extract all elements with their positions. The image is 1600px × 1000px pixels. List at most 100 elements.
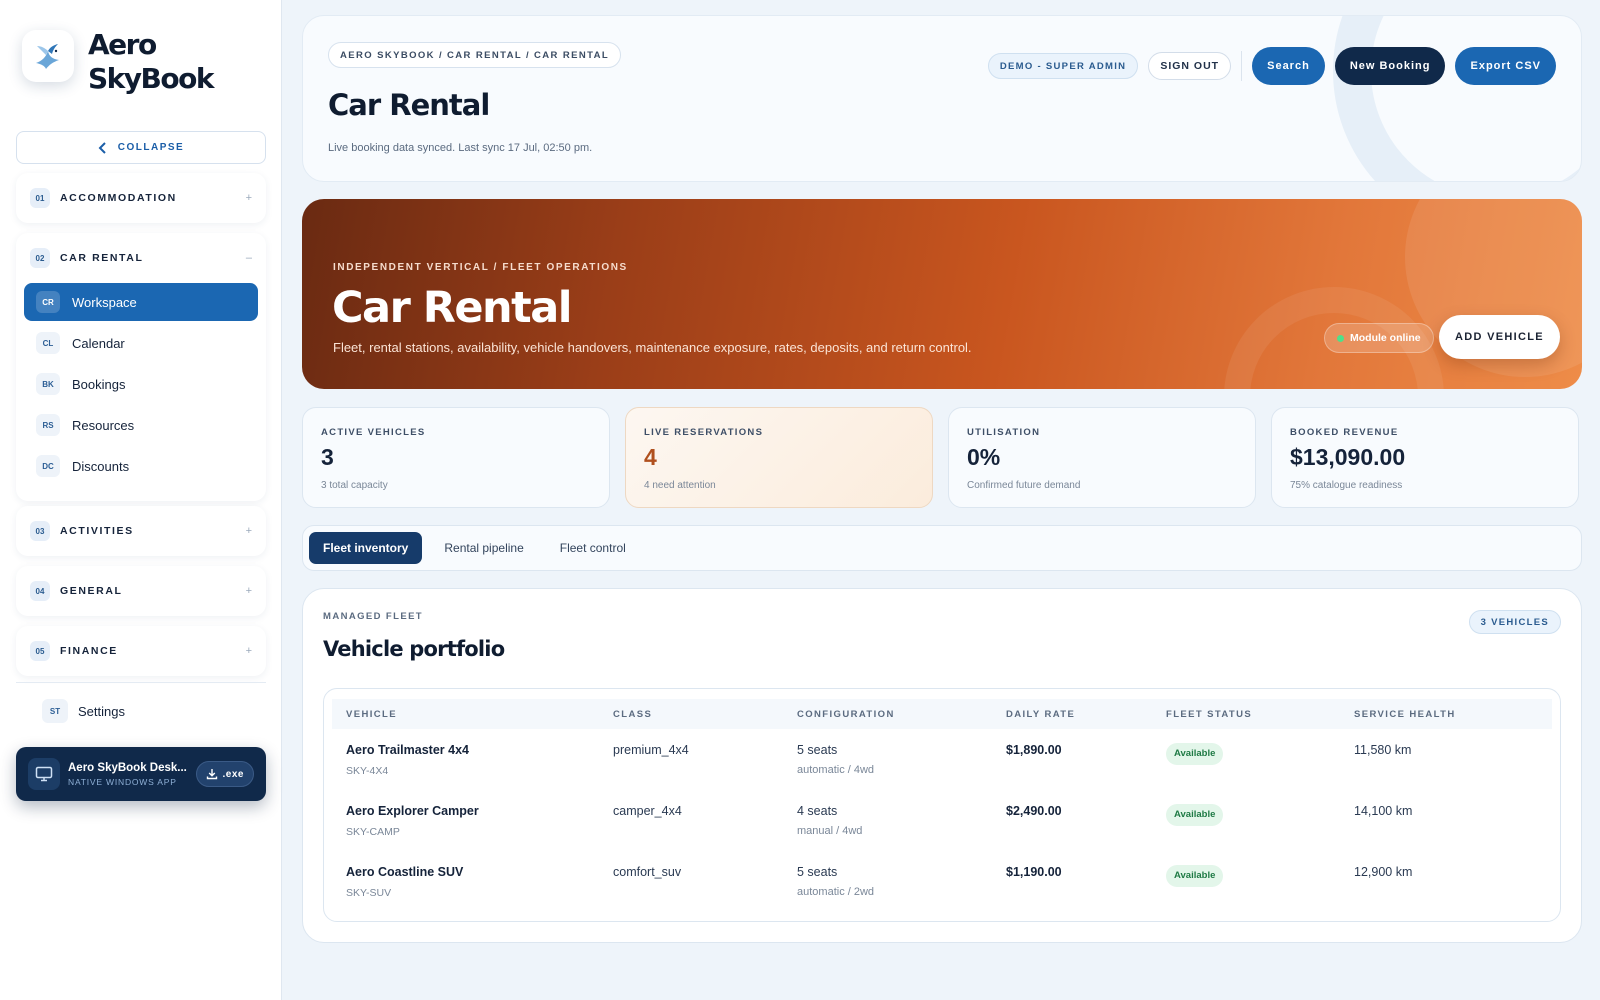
expand-icon[interactable]: + <box>246 645 252 657</box>
stat-label: UTILISATION <box>967 427 1041 438</box>
vehicle-name: Aero Trailmaster 4x4 <box>346 743 469 757</box>
column-header: SERVICE HEALTH <box>1354 709 1456 720</box>
tab-fleet-control[interactable]: Fleet control <box>546 532 640 564</box>
service-health: 12,900 km <box>1354 865 1413 879</box>
stat-label: LIVE RESERVATIONS <box>644 427 764 438</box>
sync-status-text: Live booking data synced. Last sync 17 J… <box>328 142 593 154</box>
vehicle-drive: automatic / 4wd <box>797 764 875 776</box>
nav-group-header-general[interactable]: 04 GENERAL + <box>16 566 266 616</box>
daily-rate: $1,190.00 <box>1006 865 1062 879</box>
stat-card-active-vehicles: ACTIVE VEHICLES 3 3 total capacity <box>302 407 610 508</box>
sidebar-item-workspace[interactable]: CR Workspace <box>24 283 258 321</box>
sidebar-item-label: Resources <box>72 417 135 433</box>
tab-rental-pipeline[interactable]: Rental pipeline <box>430 532 537 564</box>
hero-banner: INDEPENDENT VERTICAL / FLEET OPERATIONS … <box>302 199 1582 389</box>
chevron-left-icon <box>98 141 106 154</box>
sidebar-item-bookings[interactable]: BK Bookings <box>24 365 258 403</box>
column-header: DAILY RATE <box>1006 709 1076 720</box>
expand-icon[interactable]: + <box>246 585 252 597</box>
brand[interactable]: Aero SkyBook <box>22 28 214 95</box>
sidebar-item-label: Discounts <box>72 458 130 474</box>
nav-group-header-finance[interactable]: 05 FINANCE + <box>16 626 266 676</box>
vehicle-seats: 5 seats <box>797 865 838 879</box>
nav-group-title: GENERAL <box>60 585 123 597</box>
nav-group-number: 05 <box>30 641 50 661</box>
sidebar-item-discounts[interactable]: DC Discounts <box>24 447 258 485</box>
expand-icon[interactable]: + <box>246 192 252 204</box>
download-icon <box>206 769 217 780</box>
stat-card-live-reservations: LIVE RESERVATIONS 4 4 need attention <box>625 407 933 508</box>
sidebar-item-abbr: RS <box>36 414 60 436</box>
sidebar-item-calendar[interactable]: CL Calendar <box>24 324 258 362</box>
sidebar-item-label: Workspace <box>72 294 137 310</box>
role-badge: DEMO - SUPER ADMIN <box>987 53 1139 79</box>
desktop-app-card[interactable]: Aero SkyBook Desk... NATIVE WINDOWS APP … <box>16 747 266 801</box>
search-button[interactable]: Search <box>1252 47 1325 85</box>
hero-eyebrow: INDEPENDENT VERTICAL / FLEET OPERATIONS <box>333 262 628 273</box>
table-row[interactable]: Aero Trailmaster 4x4 SKY-4X4 premium_4x4 … <box>324 743 1560 803</box>
stat-card-utilisation: UTILISATION 0% Confirmed future demand <box>948 407 1256 508</box>
sidebar-item-label: Calendar <box>72 335 125 351</box>
sidebar-item-abbr: CL <box>36 332 60 354</box>
sidebar-item-settings[interactable]: ST Settings <box>42 699 125 723</box>
vehicle-name: Aero Explorer Camper <box>346 804 479 818</box>
nav-group-header-accommodation[interactable]: 01 ACCOMMODATION + <box>16 173 266 223</box>
stat-value: 3 <box>321 444 334 470</box>
nav-group-title: ACCOMMODATION <box>60 192 177 204</box>
service-health: 14,100 km <box>1354 804 1413 818</box>
download-exe-label: .exe <box>222 768 244 780</box>
vehicle-count-badge: 3 VEHICLES <box>1468 610 1561 634</box>
bird-logo-icon <box>22 30 74 82</box>
stat-subtext: 4 need attention <box>644 480 716 491</box>
vehicle-seats: 5 seats <box>797 743 838 757</box>
nav-group-number: 03 <box>30 521 50 541</box>
add-vehicle-button[interactable]: ADD VEHICLE <box>1439 315 1560 359</box>
section-title: Vehicle portfolio <box>323 637 505 661</box>
tab-bar: Fleet inventory Rental pipeline Fleet co… <box>302 525 1582 571</box>
sidebar-item-resources[interactable]: RS Resources <box>24 406 258 444</box>
stat-label: BOOKED REVENUE <box>1290 427 1399 438</box>
stat-subtext: 3 total capacity <box>321 480 388 491</box>
desktop-app-subtitle: NATIVE WINDOWS APP <box>68 776 177 787</box>
breadcrumb: AERO SKYBOOK / CAR RENTAL / CAR RENTAL <box>328 42 622 68</box>
expand-icon[interactable]: + <box>246 525 252 537</box>
vehicle-code: SKY-SUV <box>346 887 392 899</box>
table-row[interactable]: Aero Explorer Camper SKY-CAMP camper_4x4 … <box>324 804 1560 864</box>
stat-label: ACTIVE VEHICLES <box>321 427 426 438</box>
vehicle-code: SKY-CAMP <box>346 826 400 838</box>
nav-group-number: 02 <box>30 248 50 268</box>
vehicle-class: comfort_suv <box>613 865 682 879</box>
vehicle-class: camper_4x4 <box>613 804 682 818</box>
export-csv-button[interactable]: Export CSV <box>1455 47 1556 85</box>
tab-fleet-inventory[interactable]: Fleet inventory <box>309 532 423 564</box>
collapse-group-icon[interactable]: – <box>246 252 252 264</box>
nav-group-header-car-rental[interactable]: 02 CAR RENTAL – <box>16 233 266 283</box>
nav-group-activities: 03 ACTIVITIES + <box>16 506 266 556</box>
column-header: VEHICLE <box>346 709 397 720</box>
nav-group-general: 04 GENERAL + <box>16 566 266 616</box>
header-decoration <box>1333 16 1581 181</box>
collapse-button[interactable]: COLLAPSE <box>16 131 266 164</box>
sidebar: Aero SkyBook COLLAPSE 01 ACCOMMODATION +… <box>0 0 282 1000</box>
download-exe-button[interactable]: .exe <box>195 761 254 787</box>
header-actions: DEMO - SUPER ADMIN SIGN OUT Search New B… <box>987 47 1556 85</box>
page-header: AERO SKYBOOK / CAR RENTAL / CAR RENTAL C… <box>302 15 1582 182</box>
vehicle-portfolio-card: MANAGED FLEET Vehicle portfolio 3 VEHICL… <box>302 588 1582 943</box>
section-eyebrow: MANAGED FLEET <box>323 611 424 622</box>
nav-group-header-activities[interactable]: 03 ACTIVITIES + <box>16 506 266 556</box>
daily-rate: $2,490.00 <box>1006 804 1062 818</box>
table-row[interactable]: Aero Coastline SUV SKY-SUV comfort_suv 5 … <box>324 865 1560 921</box>
module-status-badge: Module online <box>1324 323 1434 353</box>
nav-group-title: ACTIVITIES <box>60 525 134 537</box>
sign-out-button[interactable]: SIGN OUT <box>1148 52 1232 80</box>
module-status-label: Module online <box>1350 332 1421 344</box>
nav-group-accommodation: 01 ACCOMMODATION + <box>16 173 266 223</box>
sidebar-item-abbr: CR <box>36 291 60 313</box>
sidebar-item-abbr: BK <box>36 373 60 395</box>
vehicle-table: VEHICLE CLASS CONFIGURATION DAILY RATE F… <box>323 688 1561 922</box>
sidebar-item-abbr: ST <box>42 699 68 723</box>
nav-group-car-rental: 02 CAR RENTAL – CR Workspace CL Calendar… <box>16 233 266 501</box>
brand-name: Aero SkyBook <box>88 28 214 95</box>
header-separator <box>1241 51 1243 81</box>
new-booking-button[interactable]: New Booking <box>1334 47 1446 85</box>
